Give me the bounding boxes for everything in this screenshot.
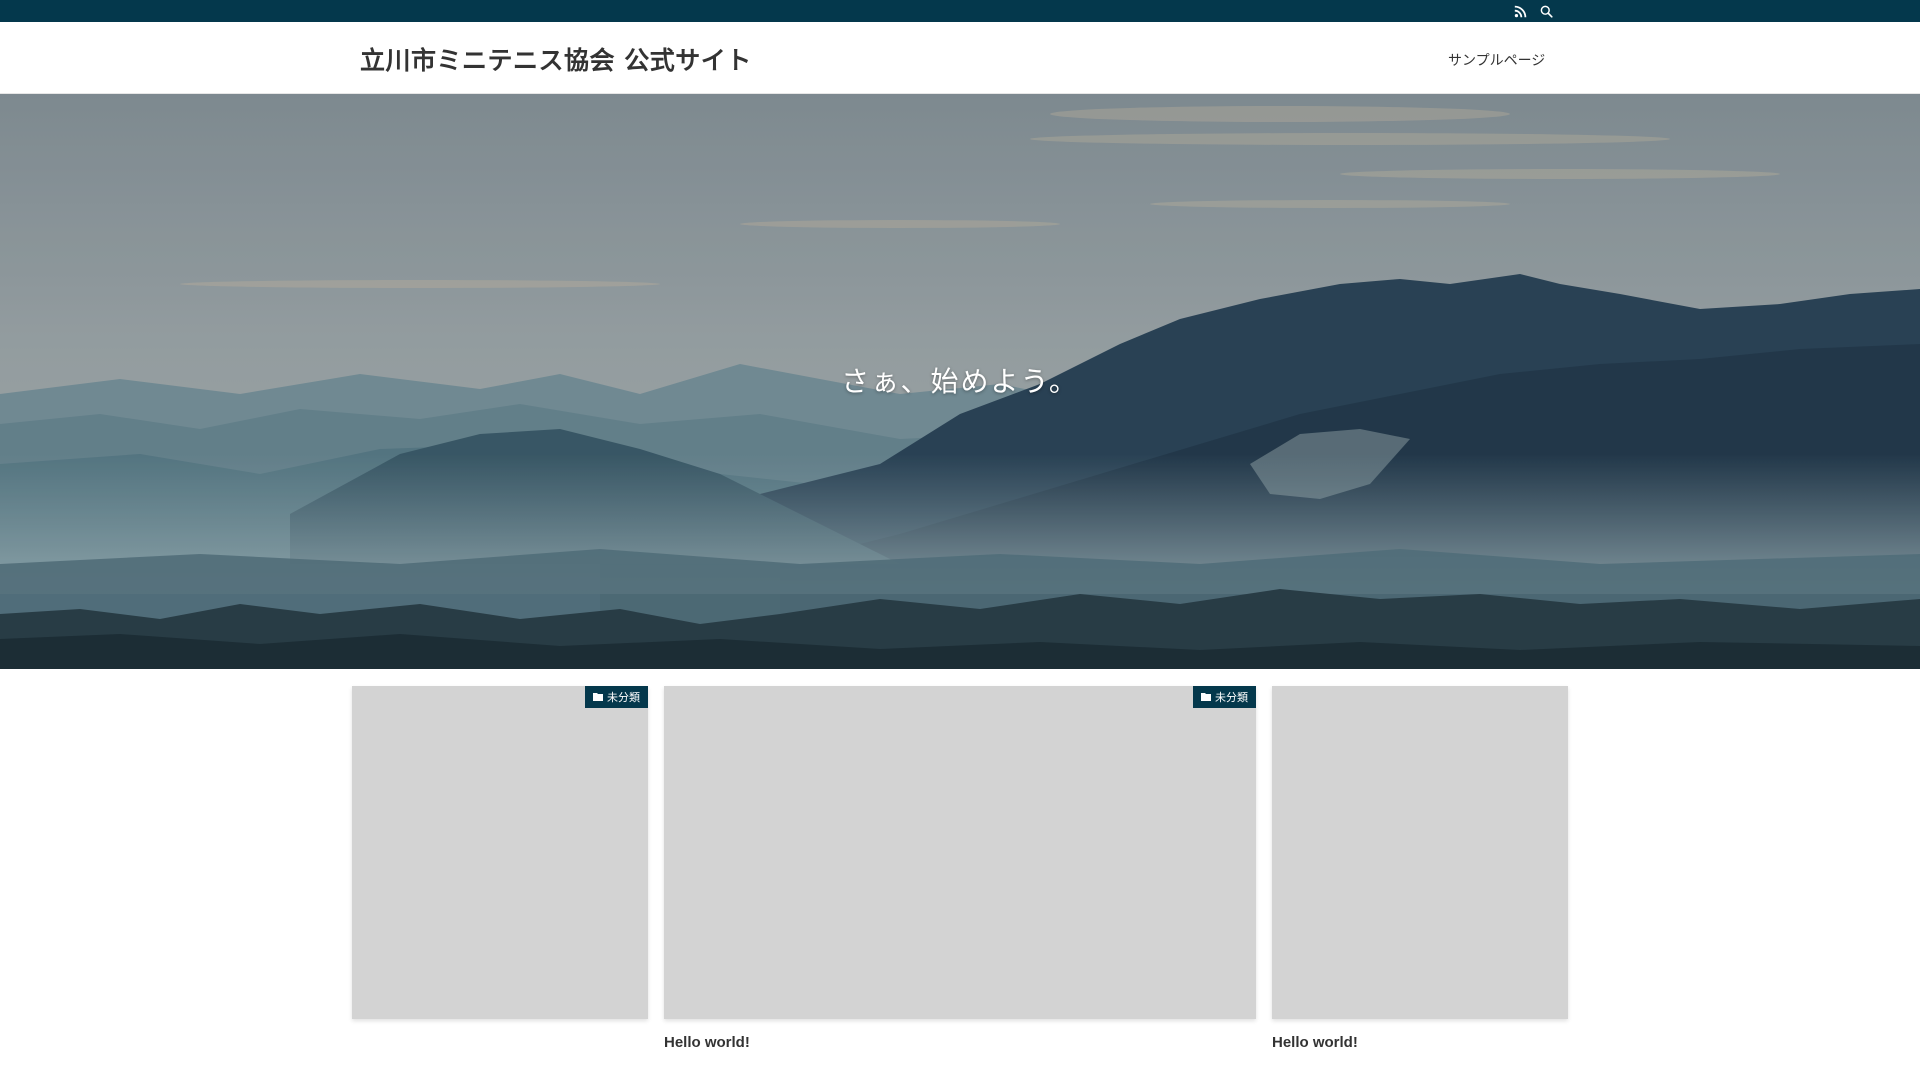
post-thumbnail[interactable]: 未分類 (664, 686, 1256, 1019)
category-label: 未分類 (1215, 691, 1248, 704)
post-card-list: 未分類 未分類 Hello world! Hello world! (0, 686, 1920, 1080)
post-thumbnail[interactable]: 未分類 (352, 686, 648, 1019)
post-card[interactable]: Hello world! (1272, 686, 1568, 1051)
category-badge[interactable]: 未分類 (1193, 686, 1256, 708)
post-title[interactable]: Hello world! (664, 1034, 1256, 1051)
post-thumbnail[interactable] (1272, 686, 1568, 1019)
post-card[interactable]: 未分類 Hello world! (664, 686, 1256, 1051)
rss-icon[interactable] (1512, 3, 1528, 19)
search-icon[interactable] (1538, 3, 1554, 19)
post-card[interactable]: 未分類 (352, 686, 648, 1034)
post-title[interactable]: Hello world! (1272, 1034, 1568, 1051)
site-title[interactable]: 立川市ミニテニス協会 公式サイト (360, 41, 752, 77)
folder-icon (593, 691, 603, 704)
site-header: 立川市ミニテニス協会 公式サイト サンプルページ (0, 22, 1920, 94)
category-label: 未分類 (607, 691, 640, 704)
folder-icon (1201, 691, 1211, 704)
top-bar (0, 0, 1920, 22)
category-badge[interactable]: 未分類 (585, 686, 648, 708)
hero-image: さぁ、始めよう。 (0, 94, 1920, 669)
hero-catchphrase: さぁ、始めよう。 (841, 365, 1079, 398)
nav-item-sample-page[interactable]: サンプルページ (1448, 50, 1545, 70)
